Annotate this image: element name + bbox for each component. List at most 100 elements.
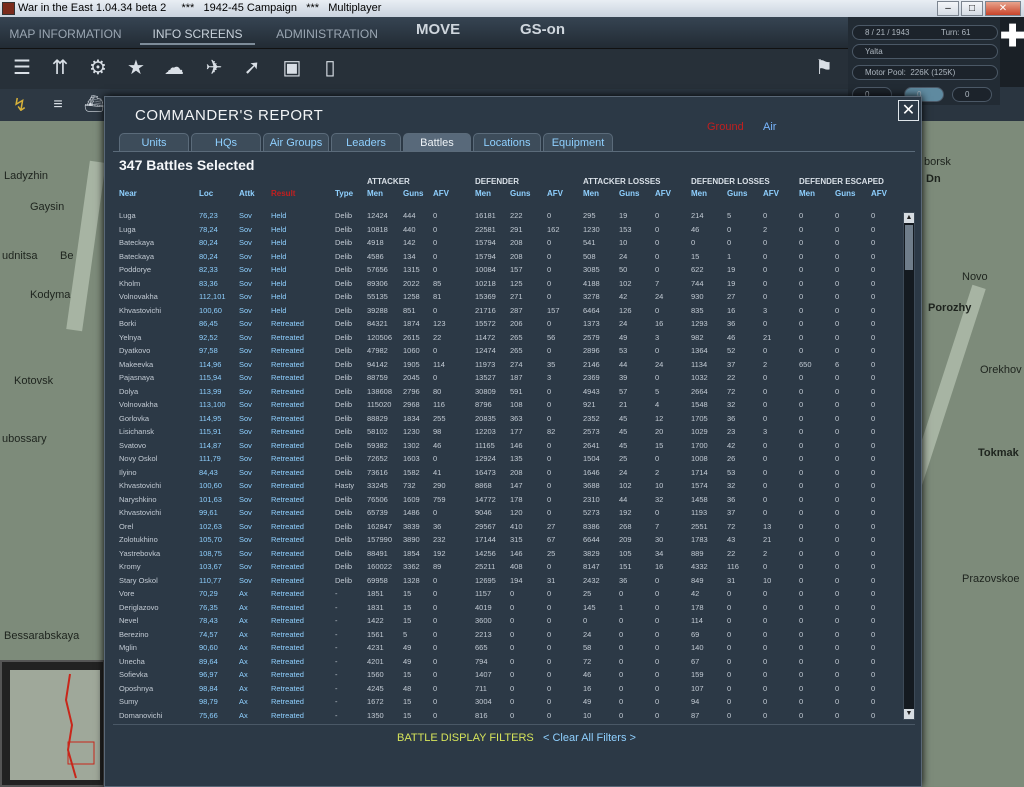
header-result[interactable]: Result [271, 189, 295, 198]
units-icon[interactable]: ⇈ [46, 54, 74, 82]
tab-air-groups[interactable]: Air Groups [263, 133, 329, 151]
minimap[interactable] [0, 660, 105, 787]
table-row[interactable]: Lisichansk 115,91 Sov Retreated Delib 58102 12… [105, 425, 903, 439]
header-def-men[interactable]: Men [475, 189, 491, 198]
header-attl-men[interactable]: Men [583, 189, 599, 198]
minimap-view[interactable] [10, 670, 100, 780]
cell-near[interactable]: Lisichansk [119, 425, 154, 439]
cell-near[interactable]: Dyatkovo [119, 344, 150, 358]
table-row[interactable]: Borki 86,45 Sov Retreated Delib 84321 1874 123 1… [105, 317, 903, 331]
table-row[interactable]: Khvastovichi 100,60 Sov Retreated Hasty 33245… [105, 479, 903, 493]
cell-near[interactable]: Bateckaya [119, 236, 154, 250]
cell-near[interactable]: Luga [119, 223, 136, 237]
header-att-guns[interactable]: Guns [403, 189, 423, 198]
table-row[interactable]: Bateckaya 80,24 Sov Held Delib 4918 142 0 15794 2… [105, 236, 903, 250]
tab-equipment[interactable]: Equipment [543, 133, 613, 151]
cell-near[interactable]: Naryshkino [119, 493, 157, 507]
tab-hqs[interactable]: HQs [191, 133, 261, 151]
scroll-thumb[interactable] [905, 225, 913, 270]
cell-near[interactable]: Khvastovichi [119, 506, 161, 520]
rocket-icon[interactable]: ➚ [238, 54, 266, 82]
table-row[interactable]: Kholm 83,36 Sov Held Delib 89306 2022 85 10218 12… [105, 277, 903, 291]
table-row[interactable]: Luga 76,23 Sov Held Delib 12424 444 0 16181 222 0 2… [105, 209, 903, 223]
cell-near[interactable]: Kromy [119, 560, 141, 574]
cell-near[interactable]: Bateckaya [119, 250, 154, 264]
header-loc[interactable]: Loc [199, 189, 213, 198]
close-window-button[interactable]: ✕ [985, 1, 1021, 16]
ground-mode-toggle[interactable]: Ground [707, 121, 744, 133]
gs-toggle[interactable]: GS-on [520, 21, 565, 38]
header-type[interactable]: Type [335, 189, 353, 198]
cell-near[interactable]: Dolya [119, 385, 138, 399]
weather-icon[interactable]: ☁ [160, 54, 188, 82]
table-row[interactable]: Domanovichi 75,66 Ax Retreated - 1350 15 0 816 0 0… [105, 709, 903, 722]
flag-icon[interactable]: ⚑ [810, 54, 838, 82]
move-mode-label[interactable]: MOVE [416, 21, 460, 38]
tab-map-information[interactable]: MAP INFORMATION [8, 23, 123, 45]
cell-near[interactable]: Poddorye [119, 263, 151, 277]
rail-icon[interactable]: ≡ [44, 91, 72, 119]
cell-near[interactable]: Gorlovka [119, 412, 149, 426]
table-row[interactable]: Unecha 89,64 Ax Retreated - 4201 49 0 794 0 0 72 0 0 6… [105, 655, 903, 669]
table-row[interactable]: Luga 78,24 Sov Held Delib 10818 440 0 22581 291 16… [105, 223, 903, 237]
table-row[interactable]: Ilyino 84,43 Sov Retreated Delib 73616 1582 41 1… [105, 466, 903, 480]
cell-near[interactable]: Unecha [119, 655, 145, 669]
cell-near[interactable]: Vore [119, 587, 134, 601]
cell-near[interactable]: Stary Oskol [119, 574, 158, 588]
cell-near[interactable]: Berezino [119, 628, 149, 642]
tab-info-screens[interactable]: INFO SCREENS [140, 23, 255, 45]
table-row[interactable]: Bateckaya 80,24 Sov Held Delib 4586 134 0 15794 2… [105, 250, 903, 264]
table-row[interactable]: Vore 70,29 Ax Retreated - 1851 15 0 1157 0 0 25 0 0 42… [105, 587, 903, 601]
air-icon[interactable]: ✈ [200, 54, 228, 82]
tab-leaders[interactable]: Leaders [331, 133, 401, 151]
tab-units[interactable]: Units [119, 133, 189, 151]
table-row[interactable]: Svatovo 114,87 Sov Retreated Delib 59382 1302 4… [105, 439, 903, 453]
header-defl-men[interactable]: Men [691, 189, 707, 198]
cell-near[interactable]: Sumy [119, 695, 138, 709]
table-row[interactable]: Zolotukhino 105,70 Sov Retreated Delib 157990… [105, 533, 903, 547]
overview-icon[interactable]: ☰ [8, 54, 36, 82]
table-row[interactable]: Volnovakha 113,100 Sov Retreated Delib 115020… [105, 398, 903, 412]
table-row[interactable]: Mglin 90,60 Ax Retreated - 4231 49 0 665 0 0 58 0 0 14… [105, 641, 903, 655]
table-row[interactable]: Sofievka 96,97 Ax Retreated - 1560 15 0 1407 0 0 46… [105, 668, 903, 682]
cell-near[interactable]: Pajasnaya [119, 371, 154, 385]
cell-near[interactable]: Mglin [119, 641, 137, 655]
tab-battles[interactable]: Battles [403, 133, 471, 151]
table-row[interactable]: Deriglazovo 76,35 Ax Retreated - 1831 15 0 4019 0… [105, 601, 903, 615]
header-near[interactable]: Near [119, 189, 137, 198]
header-attl-afv[interactable]: AFV [655, 189, 671, 198]
header-attk[interactable]: Attk [239, 189, 255, 198]
field-c[interactable]: 0 [952, 87, 992, 102]
cell-near[interactable]: Yelnya [119, 331, 141, 345]
gear-icon[interactable]: ⚙ [84, 54, 112, 82]
header-att-men[interactable]: Men [367, 189, 383, 198]
scroll-down-button[interactable]: ▼ [904, 709, 914, 719]
cell-near[interactable]: Yastrebovka [119, 547, 160, 561]
cell-near[interactable]: Svatovo [119, 439, 146, 453]
document-icon[interactable]: ▯ [316, 54, 344, 82]
header-defl-guns[interactable]: Guns [727, 189, 747, 198]
table-row[interactable]: Sumy 98,79 Ax Retreated - 1672 15 0 3004 0 0 49 0 0 94… [105, 695, 903, 709]
header-esc-guns[interactable]: Guns [835, 189, 855, 198]
path-icon[interactable]: ↯ [6, 91, 34, 119]
table-row[interactable]: Naryshkino 101,63 Sov Retreated Delib 76506 16… [105, 493, 903, 507]
card-icon[interactable]: ▣ [278, 54, 306, 82]
table-row[interactable]: Stary Oskol 110,77 Sov Retreated Delib 69958 1… [105, 574, 903, 588]
table-row[interactable]: Nevel 78,43 Ax Retreated - 1422 15 0 3600 0 0 0 0 0 11… [105, 614, 903, 628]
table-row[interactable]: Yastrebovka 108,75 Sov Retreated Delib 88491 1… [105, 547, 903, 561]
cell-near[interactable]: Kholm [119, 277, 140, 291]
cell-near[interactable]: Deriglazovo [119, 601, 159, 615]
cell-near[interactable]: Oposhnya [119, 682, 153, 696]
cell-near[interactable]: Luga [119, 209, 136, 223]
cell-near[interactable]: Borki [119, 317, 136, 331]
minimize-button[interactable]: – [937, 1, 959, 16]
table-row[interactable]: Berezino 74,57 Ax Retreated - 1561 5 0 2213 0 0 24 0… [105, 628, 903, 642]
table-row[interactable]: Volnovakha 112,101 Sov Held Delib 55135 1258 81… [105, 290, 903, 304]
table-row[interactable]: Dolya 113,99 Sov Retreated Delib 138608 2796 80… [105, 385, 903, 399]
maximize-button[interactable]: □ [961, 1, 983, 16]
tab-administration[interactable]: ADMINISTRATION [272, 23, 382, 45]
tab-locations[interactable]: Locations [473, 133, 541, 151]
star-icon[interactable]: ★ [122, 54, 150, 82]
cell-near[interactable]: Ilyino [119, 466, 137, 480]
vertical-scrollbar[interactable]: ▲ ▼ [903, 212, 915, 720]
